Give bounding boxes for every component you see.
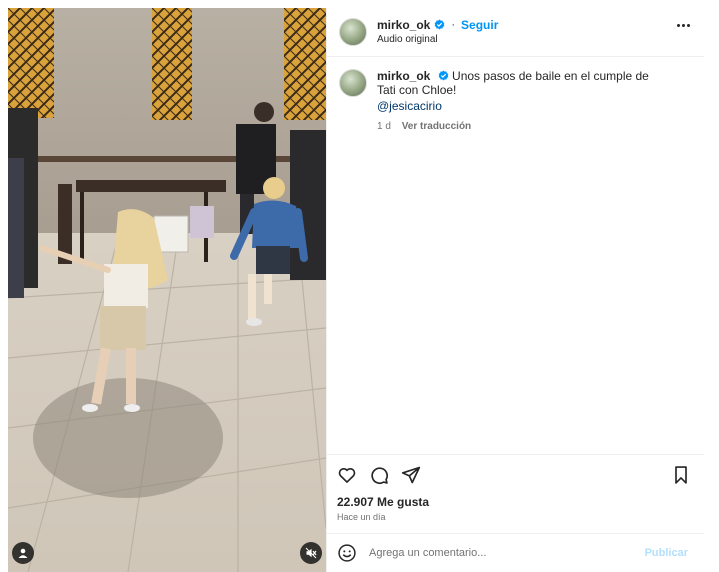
tagged-users-button[interactable] [12,542,34,564]
bookmark-icon[interactable] [672,465,690,485]
instagram-post: mirko_ok · Seguir Audio original mirko_o… [8,8,704,572]
verified-badge-icon [434,19,445,30]
more-options-icon[interactable] [677,24,690,27]
separator-dot: · [451,18,456,31]
post-time-ago[interactable]: Hace un día [337,512,694,522]
caption-author-avatar[interactable] [339,69,367,97]
post-header: mirko_ok · Seguir Audio original [327,8,704,57]
heart-icon[interactable] [337,465,357,485]
likes-count[interactable]: 22.907 Me gusta [337,495,694,509]
share-icon[interactable] [401,465,421,485]
mute-button[interactable] [300,542,322,564]
emoji-icon[interactable] [337,543,357,563]
user-tag-icon [18,548,28,558]
comments-section: mirko_ok Unos pasos de baile en el cumpl… [327,57,704,454]
caption-mention-link[interactable]: @jesicacirio [377,99,667,113]
caption-time[interactable]: 1 d [377,121,391,132]
post-side-panel: mirko_ok · Seguir Audio original mirko_o… [326,8,704,572]
author-username[interactable]: mirko_ok [377,18,430,32]
see-translation-button[interactable]: Ver traducción [402,121,471,132]
follow-button[interactable]: Seguir [461,18,498,32]
caption-body: mirko_ok Unos pasos de baile en el cumpl… [377,69,667,134]
author-avatar[interactable] [339,18,367,46]
post-caption: mirko_ok Unos pasos de baile en el cumpl… [339,69,692,134]
comment-input[interactable] [367,546,645,560]
comment-icon[interactable] [369,465,389,485]
action-icons-row [337,461,694,489]
post-actions: 22.907 Me gusta Hace un día [327,454,704,533]
comment-form: Publicar [327,533,704,572]
post-video[interactable] [8,8,326,572]
author-info: mirko_ok · Seguir Audio original [377,18,498,47]
author-row: mirko_ok · Seguir [377,18,498,32]
caption-username[interactable]: mirko_ok [377,69,430,83]
verified-badge-icon [438,70,449,81]
mute-icon [305,547,317,559]
caption-meta: 1 d Ver traducción [377,120,667,134]
video-frame [8,8,326,572]
publish-button[interactable]: Publicar [645,547,688,559]
audio-label[interactable]: Audio original [377,33,498,47]
